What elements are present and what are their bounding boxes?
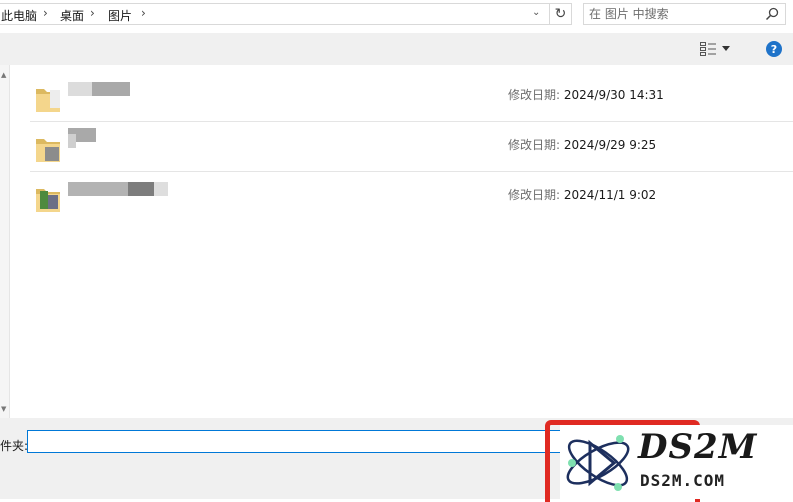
breadcrumb-separator-icon[interactable]: ›	[43, 6, 48, 20]
breadcrumb-separator-icon[interactable]: ›	[90, 6, 95, 20]
list-item[interactable]: 修改日期: 2024/9/29 9:25	[30, 122, 793, 171]
folder-icon	[36, 89, 60, 112]
blurred-filename	[68, 182, 128, 196]
modified-date-value: 2024/9/29 9:25	[563, 138, 657, 152]
blurred-filename	[128, 182, 154, 196]
blurred-filename	[154, 182, 168, 196]
breadcrumb-separator-icon[interactable]: ›	[141, 6, 146, 20]
modified-date: 修改日期: 2024/9/29 9:25	[508, 136, 656, 153]
refresh-icon: ↻	[554, 6, 567, 22]
breadcrumb-pictures[interactable]: 图片	[108, 7, 132, 24]
search-box[interactable]	[583, 3, 786, 25]
help-label: ?	[770, 42, 778, 56]
file-list: 修改日期: 2024/9/30 14:31 修改日期: 2024/9/29 9:…	[10, 65, 793, 418]
blurred-filename	[92, 82, 130, 96]
modified-date-label: 修改日期:	[508, 138, 561, 152]
watermark-url: DS2M.COM	[640, 471, 726, 490]
modified-date-label: 修改日期:	[508, 188, 561, 202]
address-bar[interactable]: 此电脑 › 桌面 › 图片 › ⌄	[0, 3, 550, 25]
watermark-title: DS2M	[638, 427, 758, 467]
modified-date: 修改日期: 2024/11/1 9:02	[508, 186, 656, 203]
view-options-button[interactable]	[700, 41, 740, 57]
folder-icon	[36, 189, 60, 212]
modified-date-value: 2024/9/30 14:31	[563, 88, 664, 102]
chevron-down-icon	[722, 46, 730, 51]
modified-date: 修改日期: 2024/9/30 14:31	[508, 86, 664, 103]
breadcrumb-desktop[interactable]: 桌面	[60, 7, 84, 24]
blurred-filename	[68, 82, 92, 96]
details-view-icon	[700, 42, 716, 56]
atom-logo-icon	[566, 435, 630, 491]
folder-icon	[36, 139, 60, 162]
scroll-up-arrow-icon[interactable]: ▲	[1, 71, 6, 79]
toolbar: ?	[0, 33, 793, 65]
address-history-chevron-down-icon[interactable]: ⌄	[532, 7, 540, 18]
navigation-pane-scrollbar[interactable]: ▲ ▼	[0, 65, 10, 418]
breadcrumb-this-pc[interactable]: 此电脑	[1, 7, 37, 24]
search-input[interactable]	[589, 6, 759, 22]
modified-date-label: 修改日期:	[508, 88, 561, 102]
address-bar-row: 此电脑 › 桌面 › 图片 › ⌄ ↻	[0, 0, 793, 32]
help-button[interactable]: ?	[766, 41, 782, 57]
scroll-down-arrow-icon[interactable]: ▼	[1, 405, 6, 413]
folder-field-label: 件夹:	[0, 439, 29, 453]
watermark-logo: DS2M DS2M.COM	[560, 425, 793, 499]
modified-date-value: 2024/11/1 9:02	[563, 188, 657, 202]
list-item[interactable]: 修改日期: 2024/11/1 9:02	[30, 172, 793, 221]
blurred-filename	[68, 134, 76, 148]
refresh-button[interactable]: ↻	[550, 3, 572, 25]
list-item[interactable]: 修改日期: 2024/9/30 14:31	[30, 72, 793, 121]
search-icon[interactable]	[765, 7, 779, 21]
